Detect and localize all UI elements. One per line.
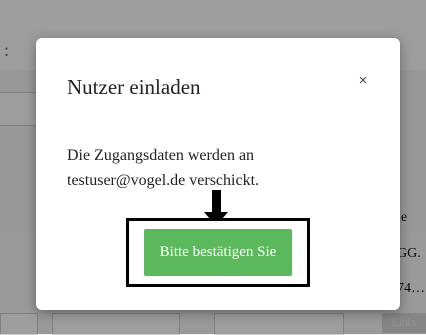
dialog-message-line: testuser@vogel.de verschickt. (67, 172, 260, 189)
confirm-button[interactable]: Bitte bestätigen Sie (144, 229, 292, 276)
dialog-message: Die Zugangsdaten werden an testuser@voge… (67, 143, 337, 193)
dialog-message-line: Die Zugangsdaten werden an (67, 147, 255, 164)
close-button[interactable]: × (354, 72, 372, 90)
annotation-arrow-icon (212, 190, 221, 212)
dialog-title: Nutzer einladen (67, 75, 201, 99)
